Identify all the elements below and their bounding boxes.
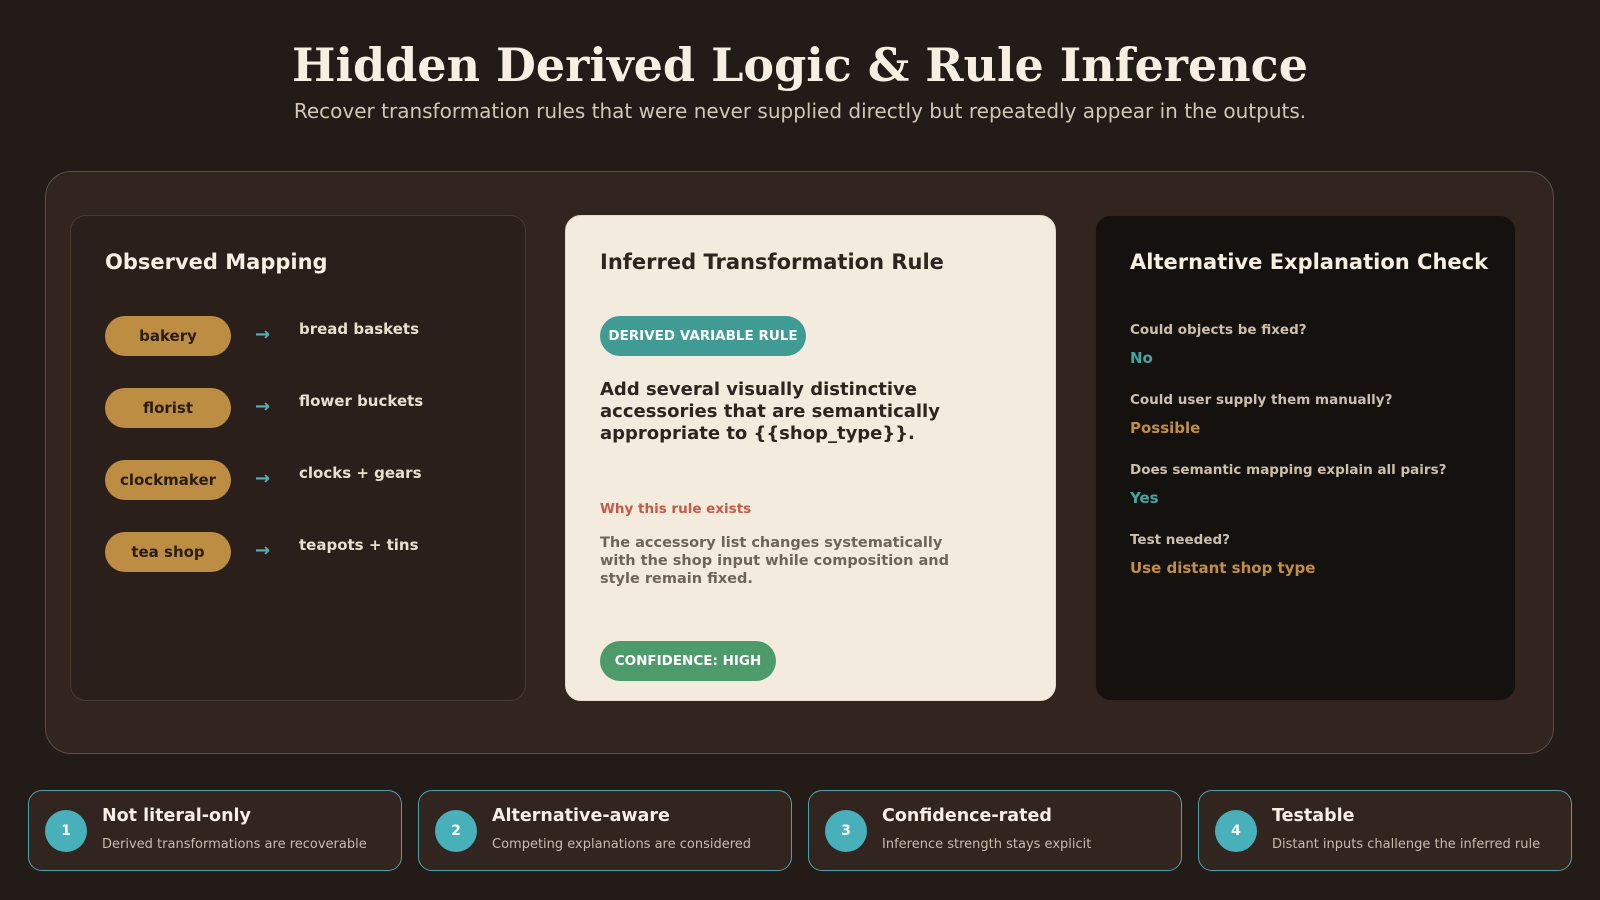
feature-card: 4 Testable Distant inputs challenge the … (1198, 790, 1572, 871)
check-question: Does semantic mapping explain all pairs? (1130, 462, 1447, 478)
arrow-right-icon: → (255, 396, 271, 417)
feature-card: 1 Not literal-only Derived transformatio… (28, 790, 402, 871)
shop-pill: florist (105, 388, 231, 428)
confidence-badge: CONFIDENCE: HIGH (600, 641, 776, 681)
why-explanation: The accessory list changes systematicall… (600, 535, 949, 587)
feature-card-title: Alternative-aware (492, 806, 670, 826)
arrow-right-icon: → (255, 468, 271, 489)
arrow-right-icon: → (255, 324, 271, 345)
feature-card-title: Confidence-rated (882, 806, 1052, 826)
arrow-right-icon: → (255, 540, 271, 561)
why-label: Why this rule exists (600, 501, 752, 517)
mapped-output: flower buckets (299, 392, 424, 410)
shop-pill: clockmaker (105, 460, 231, 500)
check-question: Could user supply them manually? (1130, 392, 1393, 408)
mapped-output: bread baskets (299, 320, 420, 338)
mapping-row: bakery → bread baskets (105, 316, 505, 356)
feature-card: 3 Confidence-rated Inference strength st… (808, 790, 1182, 871)
mapping-row: florist → flower buckets (105, 388, 505, 428)
feature-card-description: Derived transformations are recoverable (102, 837, 367, 852)
mapping-row: tea shop → teapots + tins (105, 532, 505, 572)
step-number-badge: 4 (1215, 810, 1257, 852)
rule-statement: Add several visually distinctive accesso… (600, 379, 940, 444)
derived-variable-rule-badge: DERIVED VARIABLE RULE (600, 316, 806, 356)
check-question: Could objects be fixed? (1130, 322, 1307, 338)
page-subtitle: Recover transformation rules that were n… (293, 99, 1307, 123)
observed-mapping-panel: Observed Mapping bakery → bread baskets … (70, 215, 526, 701)
feature-card-description: Inference strength stays explicit (882, 837, 1092, 852)
check-answer: Use distant shop type (1130, 559, 1316, 577)
feature-card-description: Competing explanations are considered (492, 837, 752, 852)
alternative-explanation-title: Alternative Explanation Check (1130, 250, 1489, 274)
shop-pill: tea shop (105, 532, 231, 572)
mapped-output: clocks + gears (299, 464, 422, 482)
check-answer: Possible (1130, 419, 1201, 437)
alternative-explanation-panel: Alternative Explanation Check Could obje… (1095, 215, 1516, 701)
check-question: Test needed? (1130, 532, 1230, 548)
step-number-badge: 3 (825, 810, 867, 852)
feature-card-description: Distant inputs challenge the inferred ru… (1272, 837, 1541, 852)
check-answer: No (1130, 349, 1153, 367)
inferred-rule-panel: Inferred Transformation Rule DERIVED VAR… (565, 215, 1056, 701)
feature-card-title: Not literal-only (102, 806, 251, 826)
check-answer: Yes (1130, 489, 1159, 507)
page-title: Hidden Derived Logic & Rule Inference (292, 38, 1308, 92)
mapped-output: teapots + tins (299, 536, 419, 554)
step-number-badge: 2 (435, 810, 477, 852)
feature-card: 2 Alternative-aware Competing explanatio… (418, 790, 792, 871)
observed-mapping-title: Observed Mapping (105, 250, 328, 274)
inferred-rule-title: Inferred Transformation Rule (600, 250, 944, 274)
step-number-badge: 1 (45, 810, 87, 852)
mapping-row: clockmaker → clocks + gears (105, 460, 505, 500)
feature-card-title: Testable (1272, 806, 1355, 826)
shop-pill: bakery (105, 316, 231, 356)
